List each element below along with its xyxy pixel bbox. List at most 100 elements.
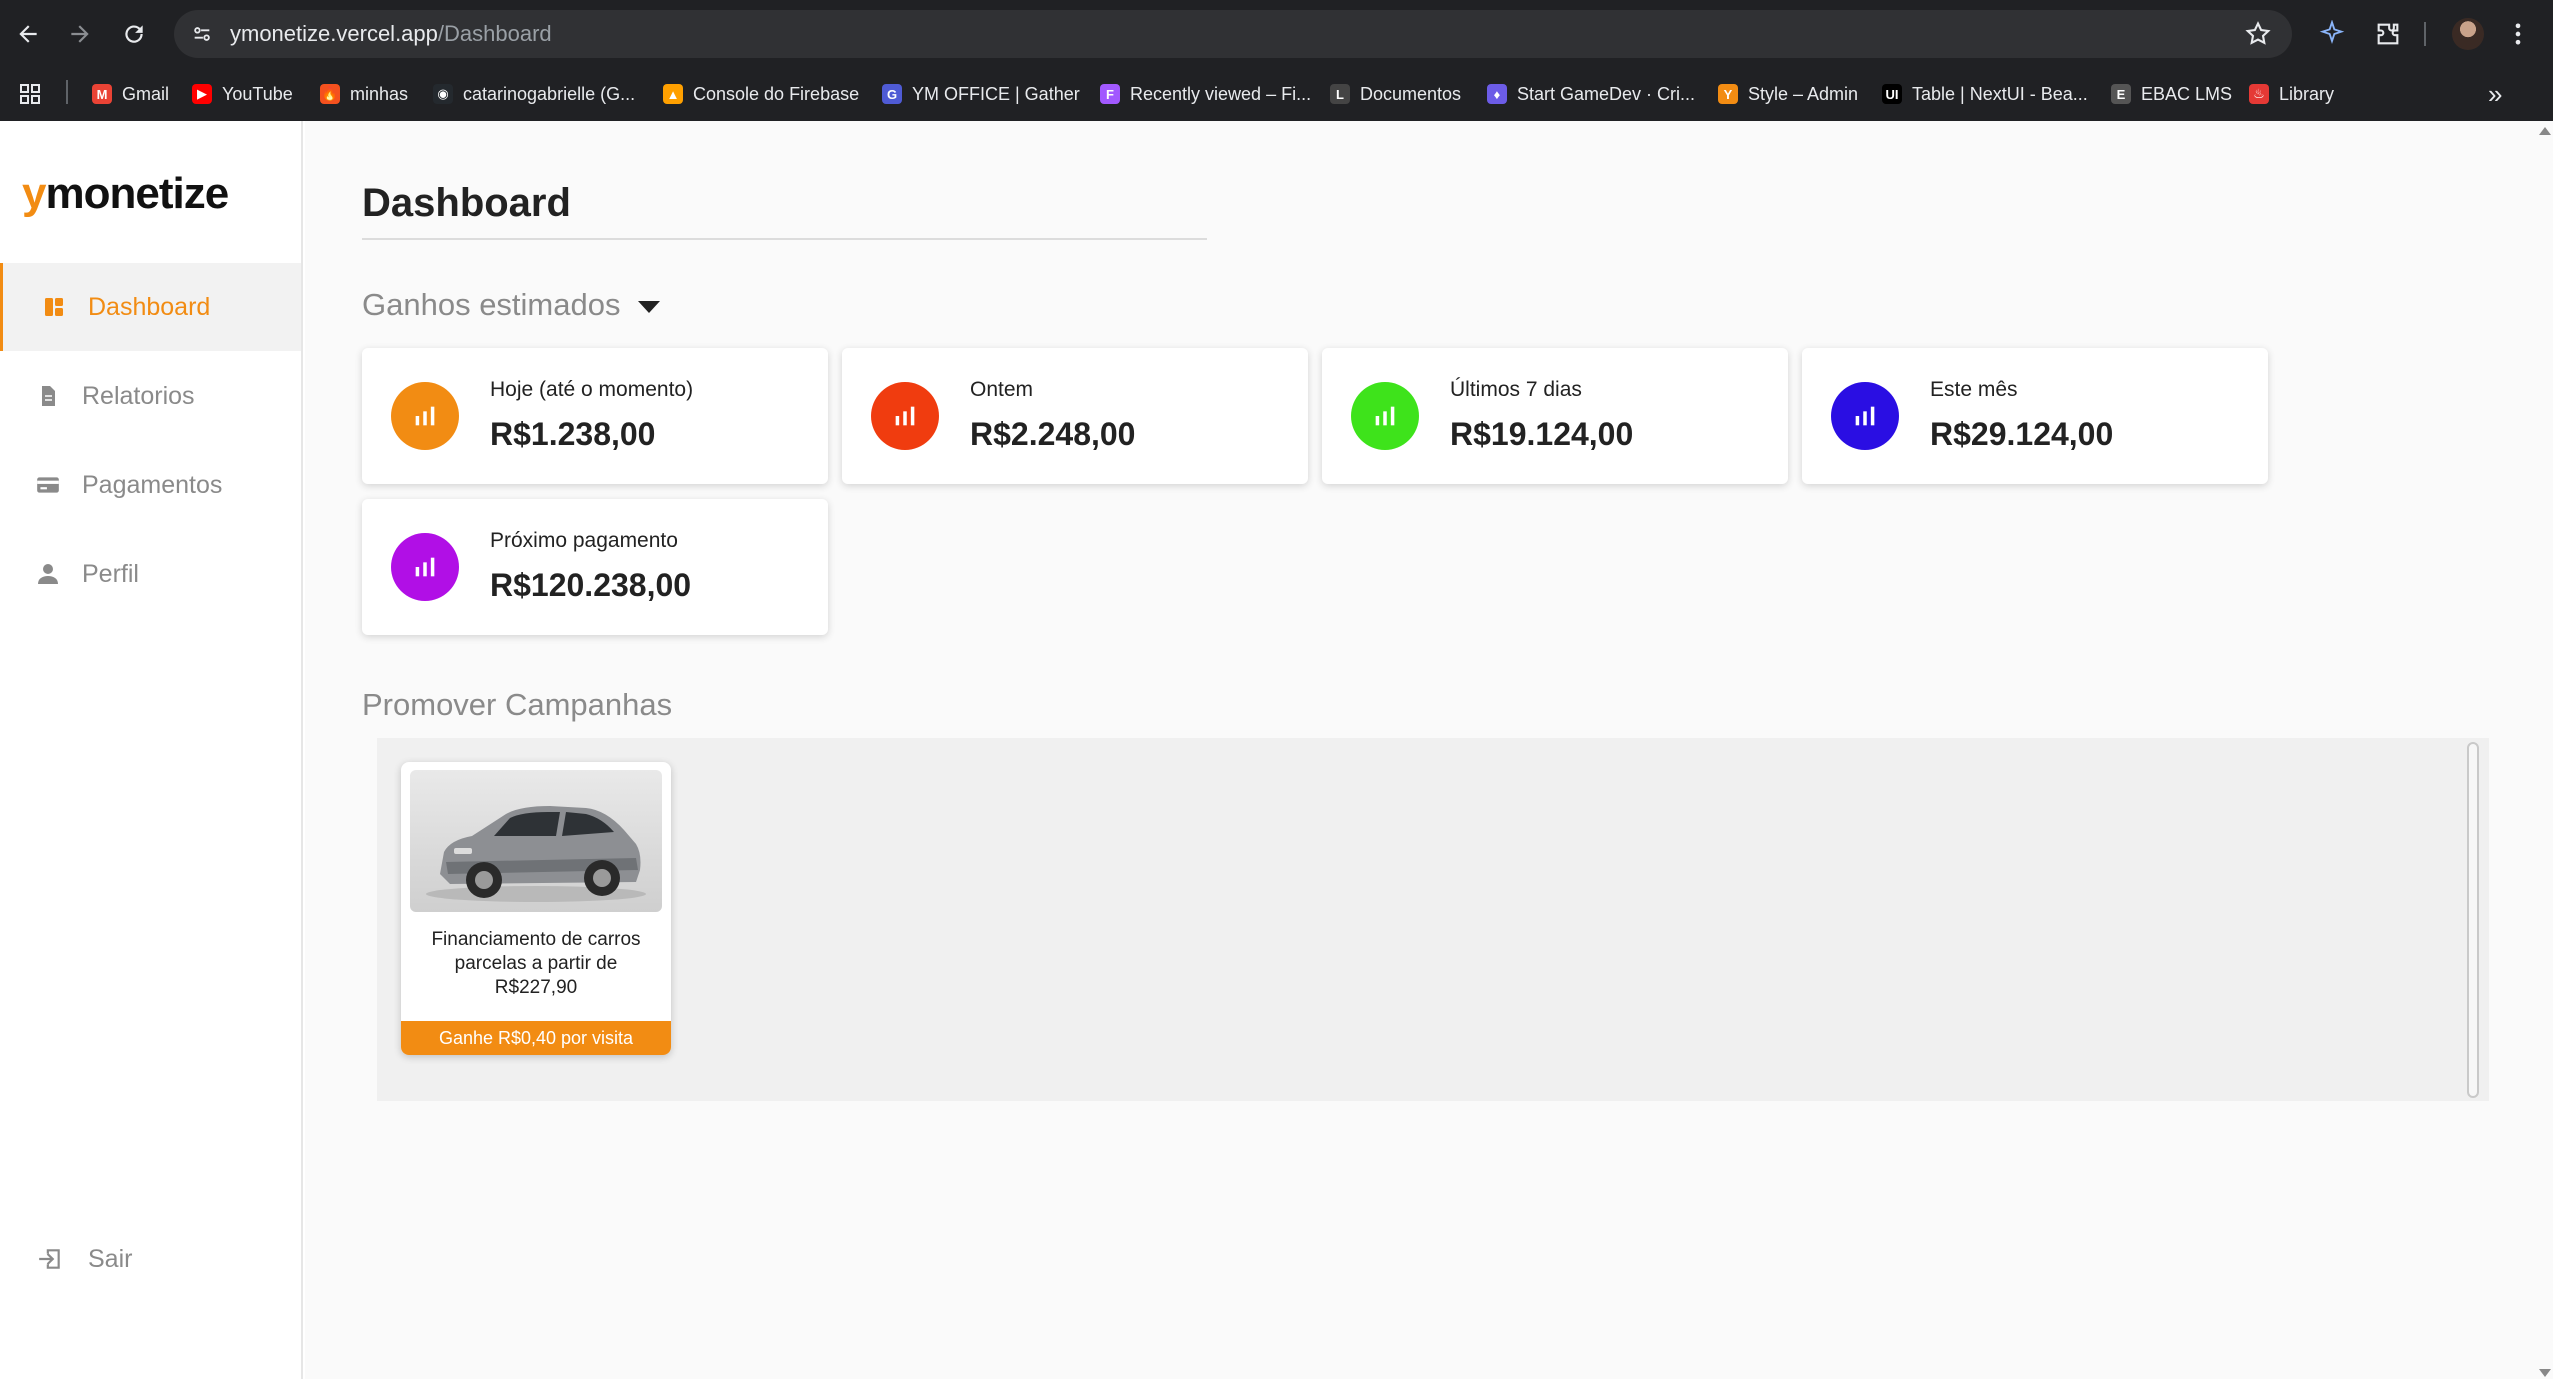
bookmark-item[interactable]: F Recently viewed – Fi...	[1100, 79, 1311, 109]
scroll-down-icon[interactable]	[2539, 1369, 2551, 1377]
card-label: Este mês	[1930, 378, 2018, 401]
card-value: R$19.124,00	[1450, 416, 1634, 452]
logo-text: monetize	[45, 169, 229, 218]
bookmark-label: EBAC LMS	[2141, 83, 2233, 104]
main-content: Dashboard Ganhos estimados Hoje (até o m…	[305, 121, 2535, 1379]
bookmark-label: Table | NextUI - Bea...	[1912, 83, 2088, 104]
bookmark-item[interactable]: UI Table | NextUI - Bea...	[1882, 79, 2088, 109]
url-host: ymonetize.vercel.app	[230, 21, 438, 46]
apps-grid-icon[interactable]	[18, 79, 42, 109]
card-value: R$29.124,00	[1930, 416, 2114, 452]
campaign-earn-button[interactable]: Ganhe R$0,40 por visita	[401, 1021, 671, 1055]
earnings-card-next-payment: Próximo pagamento R$120.238,00	[362, 499, 828, 635]
bookmark-item[interactable]: ▶ YouTube	[192, 79, 293, 109]
card-value: R$2.248,00	[970, 416, 1136, 452]
forward-button[interactable]	[60, 14, 100, 54]
bookmark-item[interactable]: Y Style – Admin	[1718, 79, 1858, 109]
bookmark-item[interactable]: M Gmail	[92, 79, 169, 109]
bookmark-item[interactable]: L Documentos	[1330, 79, 1461, 109]
sidebar: ymonetize Dashboard Relatorios Pagamento…	[0, 121, 303, 1379]
car-image	[410, 770, 662, 912]
document-icon	[34, 382, 62, 410]
bookmark-label: Documentos	[1360, 83, 1462, 104]
arrow-left-icon	[19, 25, 37, 43]
bookmark-label: YouTube	[222, 83, 293, 104]
bookmark-favicon-icon: ♨	[2249, 84, 2269, 104]
browser-toolbar: ymonetize.vercel.app/Dashboard	[0, 0, 2553, 68]
sidebar-item-relatorios[interactable]: Relatorios	[0, 352, 301, 440]
bookmark-item[interactable]: 🔥 minhas	[320, 79, 408, 109]
logout-button[interactable]: Sair	[0, 1215, 301, 1303]
sidebar-item-dashboard[interactable]: Dashboard	[0, 263, 301, 351]
sidebar-item-label: Pagamentos	[82, 470, 223, 499]
ymonetize-logo[interactable]: ymonetize	[22, 169, 229, 219]
card-value: R$120.238,00	[490, 567, 692, 603]
card-label: Ontem	[970, 378, 1034, 401]
payment-card-icon	[34, 471, 62, 499]
chart-bar-icon	[1831, 382, 1899, 450]
bookmarks-divider	[66, 80, 68, 104]
card-label: Hoje (até o momento)	[490, 378, 694, 401]
bookmark-star-icon[interactable]	[2244, 20, 2272, 48]
back-button[interactable]	[8, 14, 48, 54]
campaign-card[interactable]: Financiamento de carros parcelas a parti…	[401, 762, 671, 1055]
url-path: /Dashboard	[437, 21, 552, 46]
campaigns-section-title: Promover Campanhas	[362, 687, 673, 722]
bookmark-item[interactable]: ♨ Library	[2249, 79, 2334, 109]
url-text: ymonetize.vercel.app/Dashboard	[230, 21, 552, 47]
toolbar-divider	[2424, 22, 2426, 46]
sidebar-item-label: Relatorios	[82, 381, 195, 410]
bookmark-label: Library	[2279, 83, 2335, 104]
bookmark-favicon-icon: ▶	[192, 84, 212, 104]
dashboard-icon	[40, 293, 68, 321]
chart-bar-icon	[391, 533, 459, 601]
campaigns-scrollbar[interactable]	[2467, 742, 2479, 1098]
bookmark-favicon-icon: ◉	[433, 84, 453, 104]
extension-sparkle-icon[interactable]	[2314, 16, 2350, 52]
sidebar-item-perfil[interactable]: Perfil	[0, 530, 301, 618]
bookmark-favicon-icon: UI	[1882, 84, 1902, 104]
bookmark-favicon-icon: ▲	[663, 84, 683, 104]
bookmarks-bar: M Gmail ▶ YouTube 🔥 minhas ◉ catarinogabrielle …	[0, 68, 2553, 121]
earnings-card-this-month: Este mês R$29.124,00	[1802, 348, 2268, 484]
page-scrollbar[interactable]	[2535, 121, 2553, 1379]
bookmark-label: minhas	[350, 83, 409, 104]
earnings-section-title: Ganhos estimados	[362, 287, 661, 323]
bookmark-favicon-icon: F	[1100, 84, 1120, 104]
reload-button[interactable]	[114, 14, 154, 54]
bookmark-favicon-icon: M	[92, 84, 112, 104]
bookmark-item[interactable]: E EBAC LMS	[2111, 79, 2232, 109]
address-bar[interactable]: ymonetize.vercel.app/Dashboard	[174, 10, 2292, 58]
bookmarks-overflow-icon[interactable]: »	[2488, 79, 2502, 109]
bookmark-label: Style – Admin	[1748, 83, 1859, 104]
earnings-card-today: Hoje (até o momento) R$1.238,00	[362, 348, 828, 484]
bookmark-label: Recently viewed – Fi...	[1130, 83, 1312, 104]
page-title: Dashboard	[362, 181, 571, 225]
bookmark-favicon-icon: G	[882, 84, 902, 104]
bookmark-label: Start GameDev · Cri...	[1517, 83, 1696, 104]
reload-icon	[125, 25, 143, 43]
card-value: R$1.238,00	[490, 416, 656, 452]
earnings-card-last-7-days: Últimos 7 dias R$19.124,00	[1322, 348, 1788, 484]
sidebar-item-label: Perfil	[82, 559, 139, 588]
logo-y: y	[22, 169, 47, 218]
logout-icon	[36, 1245, 64, 1273]
card-label: Próximo pagamento	[490, 529, 678, 552]
site-info-icon[interactable]	[188, 20, 216, 48]
extensions-puzzle-icon[interactable]	[2370, 16, 2406, 52]
bookmark-item[interactable]: ♦ Start GameDev · Cri...	[1487, 79, 1695, 109]
bookmark-favicon-icon: E	[2111, 84, 2131, 104]
earnings-card-yesterday: Ontem R$2.248,00	[842, 348, 1308, 484]
bookmark-item[interactable]: ▲ Console do Firebase	[663, 79, 859, 109]
earnings-title-text: Ganhos estimados	[362, 287, 621, 322]
caret-down-icon[interactable]	[638, 301, 661, 313]
bookmark-item[interactable]: ◉ catarinogabrielle (G...	[433, 79, 635, 109]
profile-avatar[interactable]	[2452, 18, 2484, 50]
more-menu-icon[interactable]	[2500, 16, 2536, 52]
bookmark-item[interactable]: G YM OFFICE | Gather	[882, 79, 1080, 109]
bookmark-favicon-icon: L	[1330, 84, 1350, 104]
bookmark-favicon-icon: Y	[1718, 84, 1738, 104]
sidebar-item-pagamentos[interactable]: Pagamentos	[0, 441, 301, 529]
bookmark-label: Console do Firebase	[693, 83, 860, 104]
scroll-up-icon[interactable]	[2539, 127, 2551, 135]
